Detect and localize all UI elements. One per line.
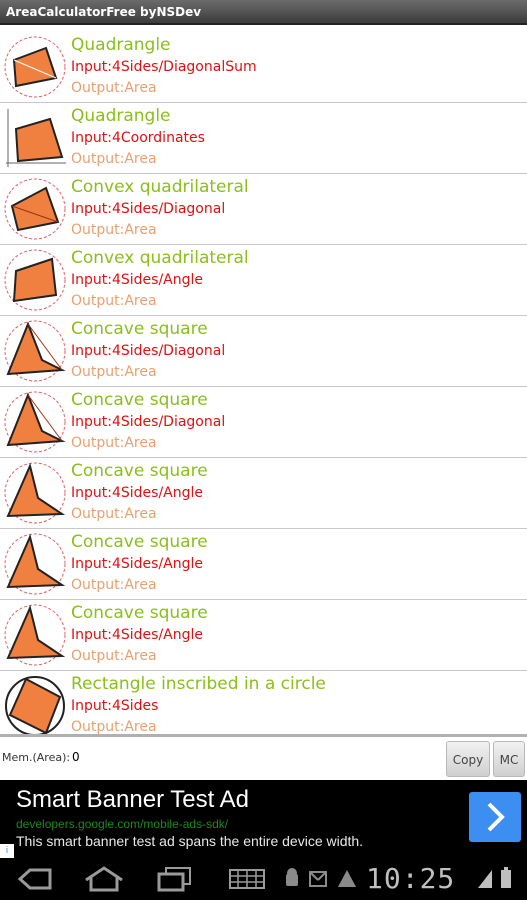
item-title: Concave square [71,603,208,623]
item-input: Input:4Sides/Angle [71,272,204,288]
memory-bar: Mem.(Area): 0 Copy MC [0,734,527,780]
item-title: Rectangle inscribed in a circle [71,674,326,694]
list-item[interactable]: Concave square Input:4Sides/Angle Output:A… [0,600,527,671]
warning-icon [338,870,356,887]
item-output: Output:Area [71,80,157,96]
item-title: Convex quadrilateral [71,177,249,197]
mc-button[interactable]: MC [493,741,525,777]
item-output: Output:Area [71,364,157,380]
item-title: Concave square [71,532,208,552]
item-output: Output:Area [71,435,157,451]
copy-button[interactable]: Copy [446,741,490,777]
item-input: Input:4Sides/Diagonal [71,201,226,217]
convex-angle-icon [4,249,66,311]
item-output: Output:Area [71,293,157,309]
item-input: Input:4Sides/DiagonalSum [71,59,257,75]
item-input: Input:4Sides/Diagonal [71,414,226,430]
ad-open-button[interactable] [469,792,521,842]
item-title: Quadrangle [71,35,171,55]
list-item[interactable]: Convex quadrilateral Input:4Sides/Diagona… [0,174,527,245]
item-input: Input:4Sides/Angle [71,627,204,643]
list-item[interactable]: Convex quadrilateral Input:4Sides/Angle Ou… [0,245,527,316]
clock: 10:25 [366,862,456,895]
ad-info-icon[interactable]: i [0,844,14,858]
item-title: Convex quadrilateral [71,248,249,268]
app-title: AreaCalculatorFree byNSDev [6,5,202,19]
item-output: Output:Area [71,719,157,734]
ad-title[interactable]: Smart Banner Test Ad [16,786,249,814]
item-input: Input:4Coordinates [71,130,205,146]
item-title: Quadrangle [71,106,171,126]
list-item[interactable]: Quadrangle Input:4Sides/DiagonalSum Output… [0,32,527,103]
list-item[interactable]: Concave square Input:4Sides/Angle Output:A… [0,458,527,529]
keyboard-icon[interactable] [228,864,266,894]
quad-circle-icon [4,36,66,98]
list-item[interactable]: Concave square Input:4Sides/Diagonal Outpu… [0,316,527,387]
chevron-right-icon [487,802,505,832]
list-item[interactable]: Concave square Input:4Sides/Diagonal Outpu… [0,387,527,458]
item-title: Concave square [71,461,208,481]
notification-icon [309,871,327,887]
concave-angle-icon [4,604,66,666]
item-title: Concave square [71,319,208,339]
list-item[interactable]: Rectangle inscribed in a circle Input:4Si… [0,671,527,734]
list-item[interactable]: Quadrangle Input:4Coordinates Output:Area [0,103,527,174]
concave-diagonal-icon [4,391,66,453]
app-title-bar: AreaCalculatorFree byNSDev [0,0,527,25]
back-icon[interactable] [14,864,54,894]
system-navigation-bar: 10:25 [0,858,527,900]
signal-icon [478,870,492,888]
item-title: Concave square [71,390,208,410]
ad-description: This smart banner test ad spans the enti… [16,833,364,849]
inscribed-rectangle-icon [5,676,65,734]
item-output: Output:Area [71,648,157,664]
memory-value: 0 [72,750,80,764]
recent-apps-icon[interactable] [154,864,194,894]
item-input: Input:4Sides/Diagonal [71,343,226,359]
concave-angle-icon [4,533,66,595]
item-input: Input:4Sides [71,698,159,714]
quad-coordinates-icon [6,109,66,167]
item-input: Input:4Sides/Angle [71,485,204,501]
item-output: Output:Area [71,151,157,167]
convex-diagonal-icon [4,178,66,240]
ad-url[interactable]: developers.google.com/mobile-ads-sdk/ [16,817,228,831]
item-input: Input:4Sides/Angle [71,556,204,572]
android-debug-icon [286,868,298,886]
home-icon[interactable] [82,864,126,894]
item-output: Output:Area [71,506,157,522]
memory-label: Mem.(Area): [2,751,71,764]
item-output: Output:Area [71,577,157,593]
calculator-list[interactable]: Quadrangle Input:4Sides/DiagonalSum Output… [0,32,527,734]
list-item[interactable]: Concave square Input:4Sides/Angle Output:A… [0,529,527,600]
ad-banner[interactable]: Smart Banner Test Ad developers.google.c… [0,780,527,858]
concave-diagonal-icon [4,320,66,382]
battery-icon [501,867,511,888]
item-output: Output:Area [71,222,157,238]
concave-angle-icon [4,462,66,524]
